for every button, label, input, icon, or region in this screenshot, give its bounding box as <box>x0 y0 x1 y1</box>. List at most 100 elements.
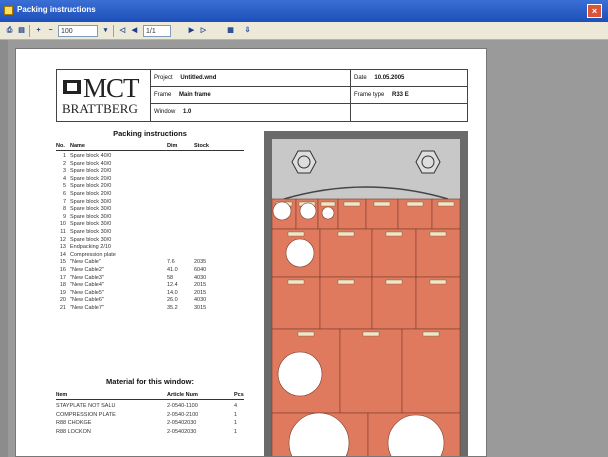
packing-cell-no: 6 <box>62 191 66 197</box>
zoom-input[interactable]: 100 <box>58 25 98 37</box>
material-row: COMPRESSION PLATE 2-0540-2100 1 <box>56 411 244 419</box>
material-cell-pcs: 1 <box>234 411 238 418</box>
packing-cell-dim: 12.4 <box>167 282 178 289</box>
packing-module <box>415 276 461 330</box>
packing-cell-no: 14 <box>59 251 66 258</box>
next-page-icon[interactable]: ▶ <box>186 25 197 37</box>
packing-row: 2 Spare block 40/0 <box>56 161 244 169</box>
packing-module <box>371 276 417 330</box>
cable-hole <box>272 201 292 221</box>
close-button[interactable]: × <box>587 4 602 18</box>
packing-cell-no: 4 <box>62 175 66 182</box>
material-row: R88 CHOKGE 2-05402030 1 <box>56 419 244 427</box>
packing-module <box>271 276 321 330</box>
material-title: Material for this window: <box>106 377 194 386</box>
packing-row: 13 Endpacking 2/10 <box>56 244 244 252</box>
packing-row: 19 "New Cable5" 14.0 2015 <box>56 290 244 298</box>
packing-cell-name: Spare block 30/0 <box>70 213 112 220</box>
setup-icon[interactable]: ▤ <box>16 25 27 37</box>
frame-label: Frame <box>154 92 172 98</box>
cable-hole <box>285 238 315 268</box>
date-cell: Date 10.05.2005 <box>351 70 467 87</box>
module-label <box>385 279 403 285</box>
window-title: Packing instructions <box>17 5 96 14</box>
packing-cell-no: 13 <box>59 244 66 251</box>
packing-row: 12 Spare block 30/0 <box>56 237 244 245</box>
col-name: Name <box>70 143 85 149</box>
packing-cell-stock: 4030 <box>194 274 207 281</box>
module-label <box>406 201 424 207</box>
project-cell: Project Untitled.wnd <box>151 70 351 87</box>
packing-cell-name: Spare block 20/0 <box>70 168 112 175</box>
date-value: 10.05.2005 <box>374 75 405 81</box>
page-input[interactable]: 1/1 <box>143 25 171 37</box>
window-cell: Window 1.0 <box>151 104 351 121</box>
packing-row: 3 Spare block 20/0 <box>56 168 244 176</box>
module-label <box>373 201 391 207</box>
packing-cell-no: 7 <box>62 198 66 205</box>
material-cell-pcs: 4 <box>234 403 238 409</box>
packing-row: 17 "New Cable3" 58 4030 <box>56 275 244 283</box>
packing-title: Packing instructions <box>113 129 187 138</box>
packing-cell-name: Spare block 30/0 <box>70 221 112 228</box>
first-page-icon[interactable]: ◁ <box>117 25 128 37</box>
packing-cell-no: 20 <box>59 297 66 304</box>
packing-cell-name: "New Cable3" <box>70 274 104 281</box>
logo-subtext: BRATTBERG <box>62 101 138 116</box>
packing-cell-name: "New Cable7" <box>70 305 104 311</box>
packing-row: 1 Spare block 40/0 <box>56 153 244 161</box>
window-titlebar: Packing instructions × <box>0 0 608 22</box>
packing-cell-name: Spare block 40/0 <box>70 153 112 159</box>
packing-row: 15 "New Cable" 7.6 2035 <box>56 259 244 267</box>
packing-row: 10 Spare block 30/0 <box>56 221 244 229</box>
export-icon[interactable]: ⇩ <box>242 25 253 37</box>
packing-modules <box>271 198 461 456</box>
logo-mark-icon <box>63 80 81 94</box>
packing-cell-no: 19 <box>59 289 66 296</box>
last-page-icon[interactable]: ▷ <box>198 25 209 37</box>
report-page: MCT BRATTBERG Project Untitled.wnd Frame… <box>15 48 487 457</box>
packing-rule <box>56 150 244 151</box>
zoom-in-icon[interactable]: + <box>33 25 44 37</box>
col-no: No. <box>56 143 65 149</box>
company-logo: MCT BRATTBERG <box>57 70 151 121</box>
frame-type-cell: Frame type R33 E <box>351 87 467 104</box>
packing-cell-name: Spare block 20/0 <box>70 183 112 190</box>
material-row: R88 LOCKON 2-05402030 1 <box>56 428 244 436</box>
material-cell-article: 2-05402030 <box>167 428 197 435</box>
toolbar: ⎙ ▤ + − 100 ▾ ◁ ◀ 1/1 ▶ ▷ ▦ ⇩ <box>0 22 608 40</box>
prev-page-icon[interactable]: ◀ <box>129 25 140 37</box>
chevron-down-icon[interactable]: ▾ <box>100 25 111 37</box>
packing-cell-stock: 2035 <box>194 259 207 266</box>
window-value: 1.0 <box>183 109 192 115</box>
packing-cell-dim: 58 <box>167 274 174 281</box>
packing-cell-name: Spare block 30/0 <box>70 229 112 235</box>
module-label <box>437 201 455 207</box>
packing-cell-no: 5 <box>62 183 66 190</box>
packing-cell-name: Spare block 20/0 <box>70 191 112 197</box>
cable-hole <box>277 351 323 397</box>
page-setup-icon[interactable]: ▦ <box>225 25 236 37</box>
packing-cell-stock: 6040 <box>194 267 207 273</box>
frame-drawing <box>264 131 468 456</box>
toolbar-separator <box>29 25 30 37</box>
packing-cell-name: Compression plate <box>70 251 116 258</box>
material-cell-item: COMPRESSION PLATE <box>56 411 116 418</box>
col-stock: Stock <box>194 143 209 149</box>
print-icon[interactable]: ⎙ <box>4 25 15 37</box>
frame-value: Main frame <box>179 92 211 98</box>
packing-cell-name: "New Cable4" <box>70 282 104 289</box>
module-label <box>320 201 336 207</box>
packing-row: 5 Spare block 20/0 <box>56 183 244 191</box>
packing-cell-no: 12 <box>59 236 66 243</box>
material-cell-article: 2-0540-1100 <box>167 403 198 409</box>
material-row: STAYPLATE NOT SALU 2-0540-1100 4 <box>56 402 244 410</box>
zoom-out-icon[interactable]: − <box>45 25 56 37</box>
col-pcs: Pcs <box>234 392 244 398</box>
project-value: Untitled.wnd <box>180 75 217 81</box>
date-label: Date <box>354 75 367 81</box>
cable-hole <box>321 206 335 220</box>
packing-cell-dim: 7.6 <box>167 259 175 266</box>
packing-cell-name: Spare block 30/0 <box>70 236 112 243</box>
logo-text: MCT <box>83 73 140 103</box>
